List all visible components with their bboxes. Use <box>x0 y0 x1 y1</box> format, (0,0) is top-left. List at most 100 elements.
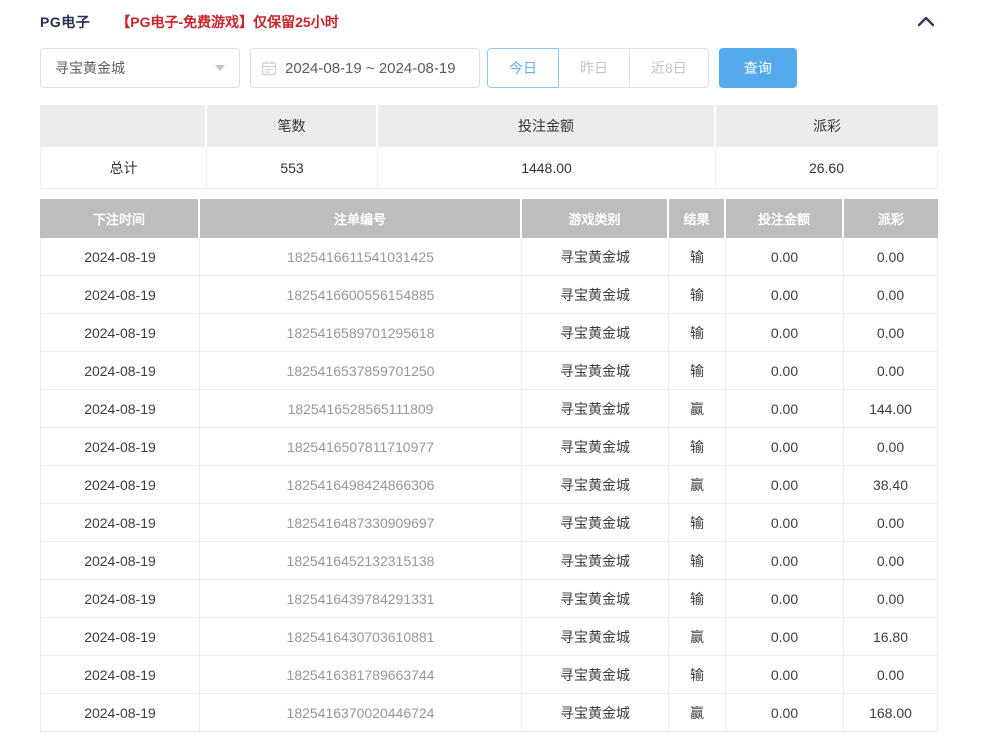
cell-result: 赢 <box>669 618 726 656</box>
cell-payout: 0.00 <box>844 504 938 542</box>
table-row: 2024-08-19 1825416600556154885 寻宝黄金城 输 0… <box>40 276 938 314</box>
panel-title: PG电子 <box>40 12 90 32</box>
quick-filter-button-1[interactable]: 昨日 <box>558 48 630 88</box>
cell-bet-amount: 0.00 <box>726 238 844 276</box>
cell-bet-time: 2024-08-19 <box>40 580 200 618</box>
cell-result: 输 <box>669 504 726 542</box>
cell-bet-amount: 0.00 <box>726 314 844 352</box>
table-row: 2024-08-19 1825416452132315138 寻宝黄金城 输 0… <box>40 542 938 580</box>
summary-header-blank <box>40 105 207 147</box>
quick-filter-button-0[interactable]: 今日 <box>487 48 559 88</box>
header-payout: 派彩 <box>844 199 938 238</box>
summary-total-row: 总计 553 1448.00 26.60 <box>40 147 938 189</box>
cell-game-type: 寻宝黄金城 <box>522 466 669 504</box>
quick-filter-button-2[interactable]: 近8日 <box>629 48 709 88</box>
cell-game-type: 寻宝黄金城 <box>522 694 669 732</box>
cell-bet-id: 1825416452132315138 <box>200 542 522 580</box>
chevron-up-icon <box>914 13 938 32</box>
table-row: 2024-08-19 1825416589701295618 寻宝黄金城 输 0… <box>40 314 938 352</box>
cell-game-type: 寻宝黄金城 <box>522 428 669 466</box>
cell-payout: 16.80 <box>844 618 938 656</box>
pg-games-panel: PG电子 【PG电子-免费游戏】仅保留25小时 寻宝黄金城 <box>40 8 938 732</box>
cell-result: 赢 <box>669 390 726 428</box>
cell-game-type: 寻宝黄金城 <box>522 542 669 580</box>
cell-bet-time: 2024-08-19 <box>40 390 200 428</box>
cell-bet-amount: 0.00 <box>726 428 844 466</box>
cell-game-type: 寻宝黄金城 <box>522 656 669 694</box>
cell-bet-time: 2024-08-19 <box>40 694 200 732</box>
cell-payout: 0.00 <box>844 238 938 276</box>
cell-game-type: 寻宝黄金城 <box>522 390 669 428</box>
retention-notice: 【PG电子-免费游戏】仅保留25小时 <box>116 12 338 32</box>
table-row: 2024-08-19 1825416498424866306 寻宝黄金城 赢 0… <box>40 466 938 504</box>
table-row: 2024-08-19 1825416430703610881 寻宝黄金城 赢 0… <box>40 618 938 656</box>
bet-table-header-row: 下注时间 注单编号 游戏类别 结果 投注金额 派彩 <box>40 199 938 238</box>
cell-bet-time: 2024-08-19 <box>40 542 200 580</box>
filter-bar: 寻宝黄金城 2024-08-19 ~ 2024-08-19 今日昨日近8日 查询 <box>40 48 938 88</box>
cell-bet-amount: 0.00 <box>726 656 844 694</box>
header-bet-amount: 投注金额 <box>726 199 844 238</box>
calendar-icon <box>261 60 277 76</box>
cell-payout: 144.00 <box>844 390 938 428</box>
search-button[interactable]: 查询 <box>719 48 797 88</box>
cell-bet-id: 1825416507811710977 <box>200 428 522 466</box>
summary-table: 笔数 投注金额 派彩 总计 553 1448.00 26.60 <box>40 105 938 189</box>
summary-header-payout: 派彩 <box>716 105 938 147</box>
bet-table: 下注时间 注单编号 游戏类别 结果 投注金额 派彩 2024-08-19 182… <box>40 199 938 732</box>
cell-game-type: 寻宝黄金城 <box>522 314 669 352</box>
cell-payout: 0.00 <box>844 656 938 694</box>
summary-header-bet-amount: 投注金额 <box>378 105 716 147</box>
table-row: 2024-08-19 1825416439784291331 寻宝黄金城 输 0… <box>40 580 938 618</box>
summary-total-label: 总计 <box>40 147 207 189</box>
cell-bet-id: 1825416611541031425 <box>200 238 522 276</box>
cell-bet-id: 1825416589701295618 <box>200 314 522 352</box>
table-row: 2024-08-19 1825416381789663744 寻宝黄金城 输 0… <box>40 656 938 694</box>
table-row: 2024-08-19 1825416537859701250 寻宝黄金城 输 0… <box>40 352 938 390</box>
cell-bet-id: 1825416370020446724 <box>200 694 522 732</box>
summary-header-row: 笔数 投注金额 派彩 <box>40 105 938 147</box>
cell-bet-id: 1825416498424866306 <box>200 466 522 504</box>
table-row: 2024-08-19 1825416370020446724 寻宝黄金城 赢 0… <box>40 694 938 732</box>
cell-result: 输 <box>669 542 726 580</box>
summary-total-payout: 26.60 <box>716 147 938 189</box>
cell-bet-time: 2024-08-19 <box>40 352 200 390</box>
cell-bet-id: 1825416381789663744 <box>200 656 522 694</box>
cell-result: 输 <box>669 238 726 276</box>
cell-bet-amount: 0.00 <box>726 466 844 504</box>
cell-bet-time: 2024-08-19 <box>40 656 200 694</box>
header-bet-id: 注单编号 <box>200 199 522 238</box>
cell-result: 输 <box>669 428 726 466</box>
header-result: 结果 <box>669 199 726 238</box>
game-select[interactable]: 寻宝黄金城 <box>40 48 240 88</box>
cell-bet-amount: 0.00 <box>726 390 844 428</box>
cell-bet-time: 2024-08-19 <box>40 466 200 504</box>
cell-bet-time: 2024-08-19 <box>40 238 200 276</box>
cell-game-type: 寻宝黄金城 <box>522 276 669 314</box>
table-row: 2024-08-19 1825416507811710977 寻宝黄金城 输 0… <box>40 428 938 466</box>
table-row: 2024-08-19 1825416611541031425 寻宝黄金城 输 0… <box>40 238 938 276</box>
cell-bet-id: 1825416600556154885 <box>200 276 522 314</box>
collapse-panel-button[interactable] <box>914 12 938 32</box>
bet-table-body: 2024-08-19 1825416611541031425 寻宝黄金城 输 0… <box>40 238 938 732</box>
cell-payout: 168.00 <box>844 694 938 732</box>
cell-game-type: 寻宝黄金城 <box>522 238 669 276</box>
quick-filter-group: 今日昨日近8日 <box>487 48 709 88</box>
cell-bet-amount: 0.00 <box>726 694 844 732</box>
cell-result: 输 <box>669 276 726 314</box>
cell-bet-time: 2024-08-19 <box>40 314 200 352</box>
cell-result: 输 <box>669 580 726 618</box>
header-bet-time: 下注时间 <box>40 199 200 238</box>
cell-payout: 0.00 <box>844 428 938 466</box>
cell-game-type: 寻宝黄金城 <box>522 352 669 390</box>
date-range-input[interactable]: 2024-08-19 ~ 2024-08-19 <box>250 48 480 88</box>
cell-result: 输 <box>669 314 726 352</box>
cell-result: 赢 <box>669 694 726 732</box>
summary-total-bet-amount: 1448.00 <box>378 147 716 189</box>
cell-payout: 38.40 <box>844 466 938 504</box>
cell-bet-id: 1825416528565111809 <box>200 390 522 428</box>
cell-payout: 0.00 <box>844 314 938 352</box>
cell-bet-amount: 0.00 <box>726 580 844 618</box>
cell-bet-amount: 0.00 <box>726 504 844 542</box>
cell-result: 输 <box>669 656 726 694</box>
table-row: 2024-08-19 1825416487330909697 寻宝黄金城 输 0… <box>40 504 938 542</box>
